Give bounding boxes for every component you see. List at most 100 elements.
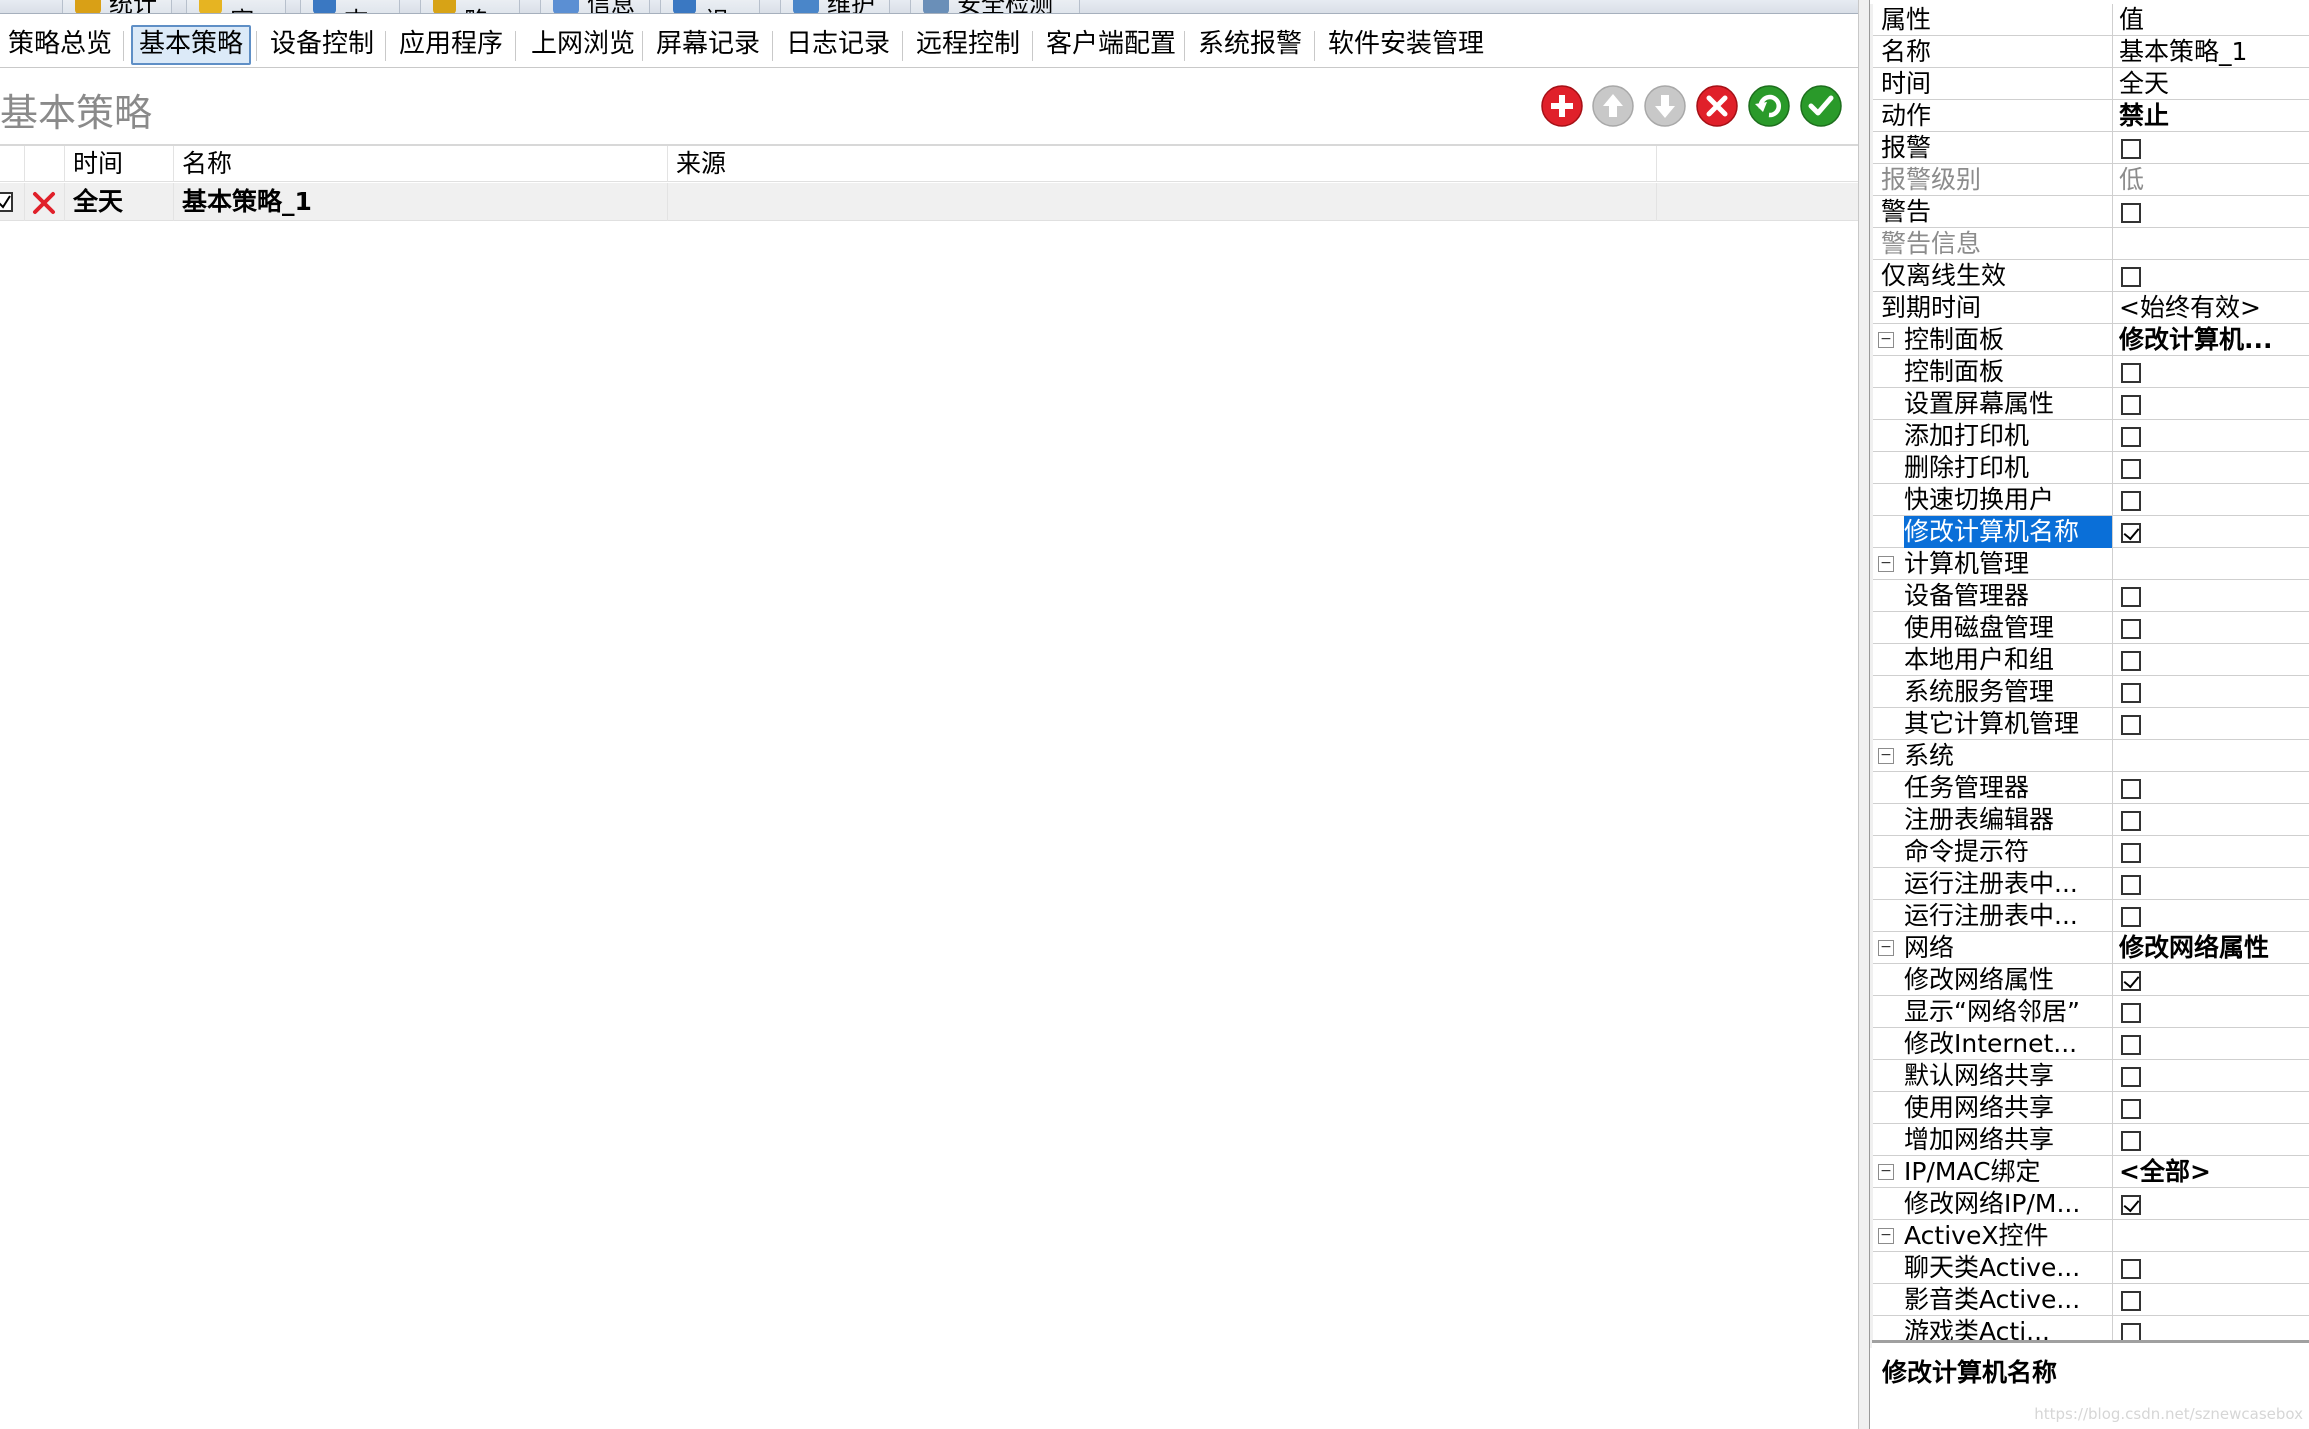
column-header-name[interactable]: 名称: [173, 146, 667, 182]
checkbox-checked[interactable]: [2121, 523, 2141, 543]
main-tab-4[interactable]: 策略: [420, 0, 520, 13]
property-value[interactable]: 禁止: [2113, 100, 2309, 132]
property-row[interactable]: 聊天类Active...: [1870, 1252, 2309, 1284]
property-row[interactable]: 显示“网络邻居”: [1870, 996, 2309, 1028]
apply-button[interactable]: [1799, 84, 1843, 128]
checkbox-unchecked[interactable]: [2121, 619, 2141, 639]
property-row[interactable]: 命令提示符: [1870, 836, 2309, 868]
row-checkbox[interactable]: [0, 183, 24, 221]
checkbox-unchecked[interactable]: [2121, 1003, 2141, 1023]
property-row[interactable]: 其它计算机管理: [1870, 708, 2309, 740]
main-tab-2[interactable]: 加密: [186, 0, 286, 13]
main-tab-1[interactable]: 统计: [62, 0, 172, 13]
table-row[interactable]: 全天 基本策略_1: [0, 183, 1858, 221]
checkbox-unchecked[interactable]: [2121, 875, 2141, 895]
collapse-icon[interactable]: −: [1878, 332, 1894, 348]
checkbox-unchecked[interactable]: [2121, 1259, 2141, 1279]
property-value[interactable]: [2113, 228, 2309, 260]
property-row[interactable]: 警告信息: [1870, 228, 2309, 260]
property-row[interactable]: 任务管理器: [1870, 772, 2309, 804]
checkbox-unchecked[interactable]: [2121, 395, 2141, 415]
collapse-icon[interactable]: −: [1878, 1228, 1894, 1244]
property-row[interactable]: 动作 禁止: [1870, 100, 2309, 132]
property-row[interactable]: 报警: [1870, 132, 2309, 164]
checkbox-unchecked[interactable]: [2121, 811, 2141, 831]
checkbox-unchecked[interactable]: [2121, 203, 2141, 223]
delete-button[interactable]: [1695, 84, 1739, 128]
main-tab-6[interactable]: 监视: [660, 0, 760, 13]
checkbox-unchecked[interactable]: [2121, 363, 2141, 383]
sub-tab-11[interactable]: 软件安装管理: [1322, 25, 1490, 65]
property-row[interactable]: 修改网络属性: [1870, 964, 2309, 996]
property-group-row[interactable]: − 计算机管理: [1870, 548, 2309, 580]
sub-tab-9[interactable]: 客户端配置: [1040, 25, 1182, 65]
column-header-source[interactable]: 来源: [667, 146, 1656, 182]
property-group-row[interactable]: − 控制面板 修改计算机...: [1870, 324, 2309, 356]
property-row[interactable]: 修改Internet...: [1870, 1028, 2309, 1060]
main-tab-8[interactable]: 安全检测: [910, 0, 1080, 13]
property-value[interactable]: 全天: [2113, 68, 2309, 100]
checkbox-unchecked[interactable]: [2121, 1291, 2141, 1311]
property-row[interactable]: 修改网络IP/M...: [1870, 1188, 2309, 1220]
property-row[interactable]: 使用磁盘管理: [1870, 612, 2309, 644]
property-row[interactable]: 运行注册表中...: [1870, 900, 2309, 932]
property-row[interactable]: 控制面板: [1870, 356, 2309, 388]
checkbox-unchecked[interactable]: [2121, 715, 2141, 735]
property-row[interactable]: 默认网络共享: [1870, 1060, 2309, 1092]
collapse-icon[interactable]: −: [1878, 940, 1894, 956]
checkbox-checked[interactable]: [2121, 971, 2141, 991]
column-header-time[interactable]: 时间: [64, 146, 173, 182]
checkbox-unchecked[interactable]: [2121, 459, 2141, 479]
checkbox-unchecked[interactable]: [2121, 779, 2141, 799]
property-value[interactable]: 基本策略_1: [2113, 36, 2309, 68]
checkbox-unchecked[interactable]: [2121, 683, 2141, 703]
checkbox-unchecked[interactable]: [2121, 843, 2141, 863]
sub-tab-6[interactable]: 屏幕记录: [650, 25, 766, 65]
property-row[interactable]: 影音类Active...: [1870, 1284, 2309, 1316]
property-row[interactable]: 时间 全天: [1870, 68, 2309, 100]
property-row[interactable]: 本地用户和组: [1870, 644, 2309, 676]
checkbox-unchecked[interactable]: [2121, 1099, 2141, 1119]
property-group-row[interactable]: − ActiveX控件: [1870, 1220, 2309, 1252]
property-group-row[interactable]: − 系统: [1870, 740, 2309, 772]
main-tab-3[interactable]: 日志: [300, 0, 400, 13]
checkbox-unchecked[interactable]: [2121, 907, 2141, 927]
sub-tab-4[interactable]: 应用程序: [393, 25, 509, 65]
checkbox-checked[interactable]: [2121, 1195, 2141, 1215]
property-row[interactable]: 运行注册表中...: [1870, 868, 2309, 900]
property-row[interactable]: 注册表编辑器: [1870, 804, 2309, 836]
sub-tab-2[interactable]: 基本策略: [131, 25, 252, 65]
checkbox-unchecked[interactable]: [2121, 267, 2141, 287]
property-row[interactable]: 设置屏幕属性: [1870, 388, 2309, 420]
sub-tab-10[interactable]: 系统报警: [1192, 25, 1308, 65]
property-row[interactable]: 报警级别低: [1870, 164, 2309, 196]
main-tab-5[interactable]: 信息: [540, 0, 650, 13]
property-row[interactable]: 名称 基本策略_1: [1870, 36, 2309, 68]
property-row[interactable]: 添加打印机: [1870, 420, 2309, 452]
sub-tab-1[interactable]: 策略总览: [2, 25, 118, 65]
undo-button[interactable]: [1747, 84, 1791, 128]
move-up-button[interactable]: [1591, 84, 1635, 128]
property-group-row[interactable]: − IP/MAC绑定 <全部>: [1870, 1156, 2309, 1188]
sub-tab-3[interactable]: 设备控制: [264, 25, 380, 65]
panel-splitter[interactable]: [1858, 0, 1870, 1429]
move-down-button[interactable]: [1643, 84, 1687, 128]
checkbox-unchecked[interactable]: [2121, 587, 2141, 607]
property-row[interactable]: 使用网络共享: [1870, 1092, 2309, 1124]
property-row[interactable]: 增加网络共享: [1870, 1124, 2309, 1156]
collapse-icon[interactable]: −: [1878, 1164, 1894, 1180]
add-button[interactable]: [1540, 84, 1584, 128]
sub-tab-5[interactable]: 上网浏览: [525, 25, 641, 65]
checkbox-unchecked[interactable]: [2121, 427, 2141, 447]
property-row[interactable]: 警告: [1870, 196, 2309, 228]
checkbox-unchecked[interactable]: [2121, 139, 2141, 159]
checkbox-unchecked[interactable]: [2121, 491, 2141, 511]
collapse-icon[interactable]: −: [1878, 556, 1894, 572]
checkbox-unchecked[interactable]: [2121, 1131, 2141, 1151]
main-tab-7[interactable]: 维护: [780, 0, 890, 13]
sub-tab-8[interactable]: 远程控制: [910, 25, 1026, 65]
property-row[interactable]: 系统服务管理: [1870, 676, 2309, 708]
collapse-icon[interactable]: −: [1878, 748, 1894, 764]
sub-tab-7[interactable]: 日志记录: [780, 25, 896, 65]
property-row[interactable]: 删除打印机: [1870, 452, 2309, 484]
